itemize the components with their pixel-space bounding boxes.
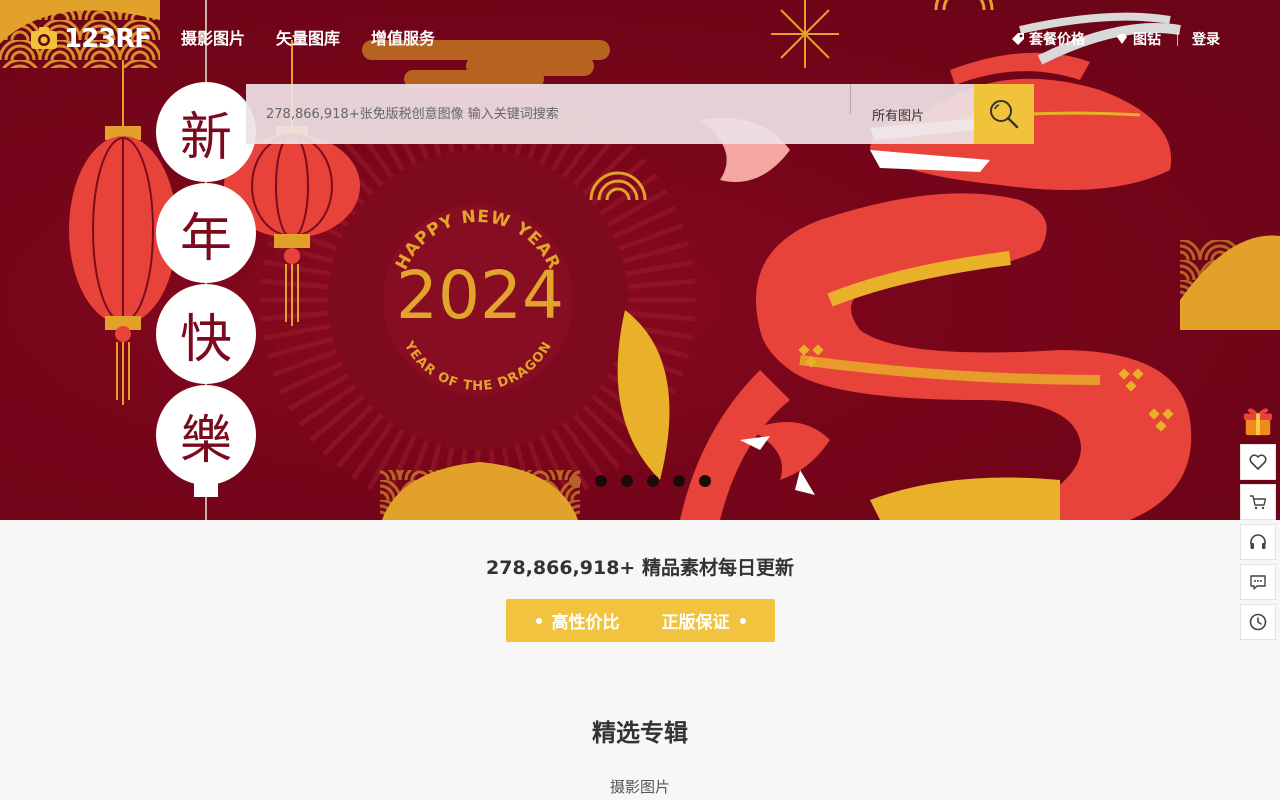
greeting-tag [194, 483, 218, 497]
carousel-dot[interactable] [673, 475, 685, 487]
gift-button[interactable] [1240, 402, 1276, 440]
hero-banner[interactable]: HAPPY NEW YEAR 2024 YEAR OF THE DRAGON 新… [0, 0, 1280, 520]
side-toolbar [1240, 402, 1276, 640]
greeting-char: 新 [156, 82, 256, 182]
badge-year: 2024 [396, 257, 564, 334]
pricing-link[interactable]: 套餐价格 [1011, 29, 1085, 49]
favorites-button[interactable] [1240, 444, 1276, 480]
nav-link-services[interactable]: 增值服务 [371, 28, 435, 50]
cloud-bottom [380, 462, 580, 520]
feature-value: 高性价比 [551, 613, 620, 633]
greeting-char: 年 [156, 183, 256, 283]
clock-icon [1249, 613, 1267, 631]
stats-headline: 278,866,918+ 精品素材每日更新 [486, 557, 794, 579]
camera-logo-icon [31, 27, 57, 49]
search-scope-label: 所有图片 [872, 108, 925, 124]
search-icon [990, 100, 1019, 129]
featured-title: 精选专辑 [592, 719, 688, 747]
history-button[interactable] [1240, 604, 1276, 640]
bullet-icon [739, 617, 746, 624]
cart-button[interactable] [1240, 484, 1276, 520]
carousel-dots [569, 475, 711, 487]
gift-icon [1243, 408, 1273, 436]
greeting-char: 樂 [156, 385, 256, 485]
heart-icon [1249, 454, 1267, 470]
chat-button[interactable] [1240, 564, 1276, 600]
nav-right: 套餐价格 图钻 登录 [1011, 29, 1220, 49]
diamond-icon [1117, 34, 1127, 44]
logo-text: 123RF [64, 24, 152, 54]
bullet-icon [535, 617, 542, 624]
carousel-dot[interactable] [595, 475, 607, 487]
headset-icon [1250, 534, 1266, 549]
diamond-label: 图钻 [1133, 32, 1161, 48]
support-button[interactable] [1240, 524, 1276, 560]
feature-genuine: 正版保证 [661, 613, 730, 633]
nav-divider [1177, 32, 1178, 46]
login-link[interactable]: 登录 [1192, 29, 1220, 49]
diamond-link[interactable]: 图钻 [1115, 29, 1161, 49]
carousel-dot[interactable] [569, 475, 581, 487]
top-nav: 123RF 摄影图片 矢量图库 增值服务 套餐价格 图钻 登录 [0, 0, 1280, 80]
gold-leaf [617, 310, 670, 480]
pricing-label: 套餐价格 [1029, 32, 1085, 48]
greeting-char: 快 [156, 284, 256, 384]
tag-icon [1012, 33, 1024, 45]
nav-link-photos[interactable]: 摄影图片 [181, 28, 245, 50]
featured-tab-photos[interactable]: 摄影图片 [0, 776, 1280, 797]
search-input[interactable] [246, 84, 850, 144]
carousel-dot[interactable] [647, 475, 659, 487]
nav-link-vectors[interactable]: 矢量图库 [276, 28, 340, 50]
cloud-right [1180, 235, 1280, 330]
carousel-dot[interactable] [699, 475, 711, 487]
search-scope-select[interactable]: 所有图片 [850, 84, 974, 144]
logo[interactable]: 123RF [30, 24, 152, 54]
search-bar: 所有图片 [246, 84, 1034, 144]
carousel-dot[interactable] [621, 475, 633, 487]
nav-links: 摄影图片 矢量图库 增值服务 [181, 28, 435, 50]
search-button[interactable] [974, 84, 1034, 144]
chat-icon [1250, 575, 1266, 590]
cart-icon [1250, 495, 1267, 510]
login-label: 登录 [1192, 32, 1220, 48]
feature-badge: 高性价比 正版保证 [506, 599, 775, 642]
